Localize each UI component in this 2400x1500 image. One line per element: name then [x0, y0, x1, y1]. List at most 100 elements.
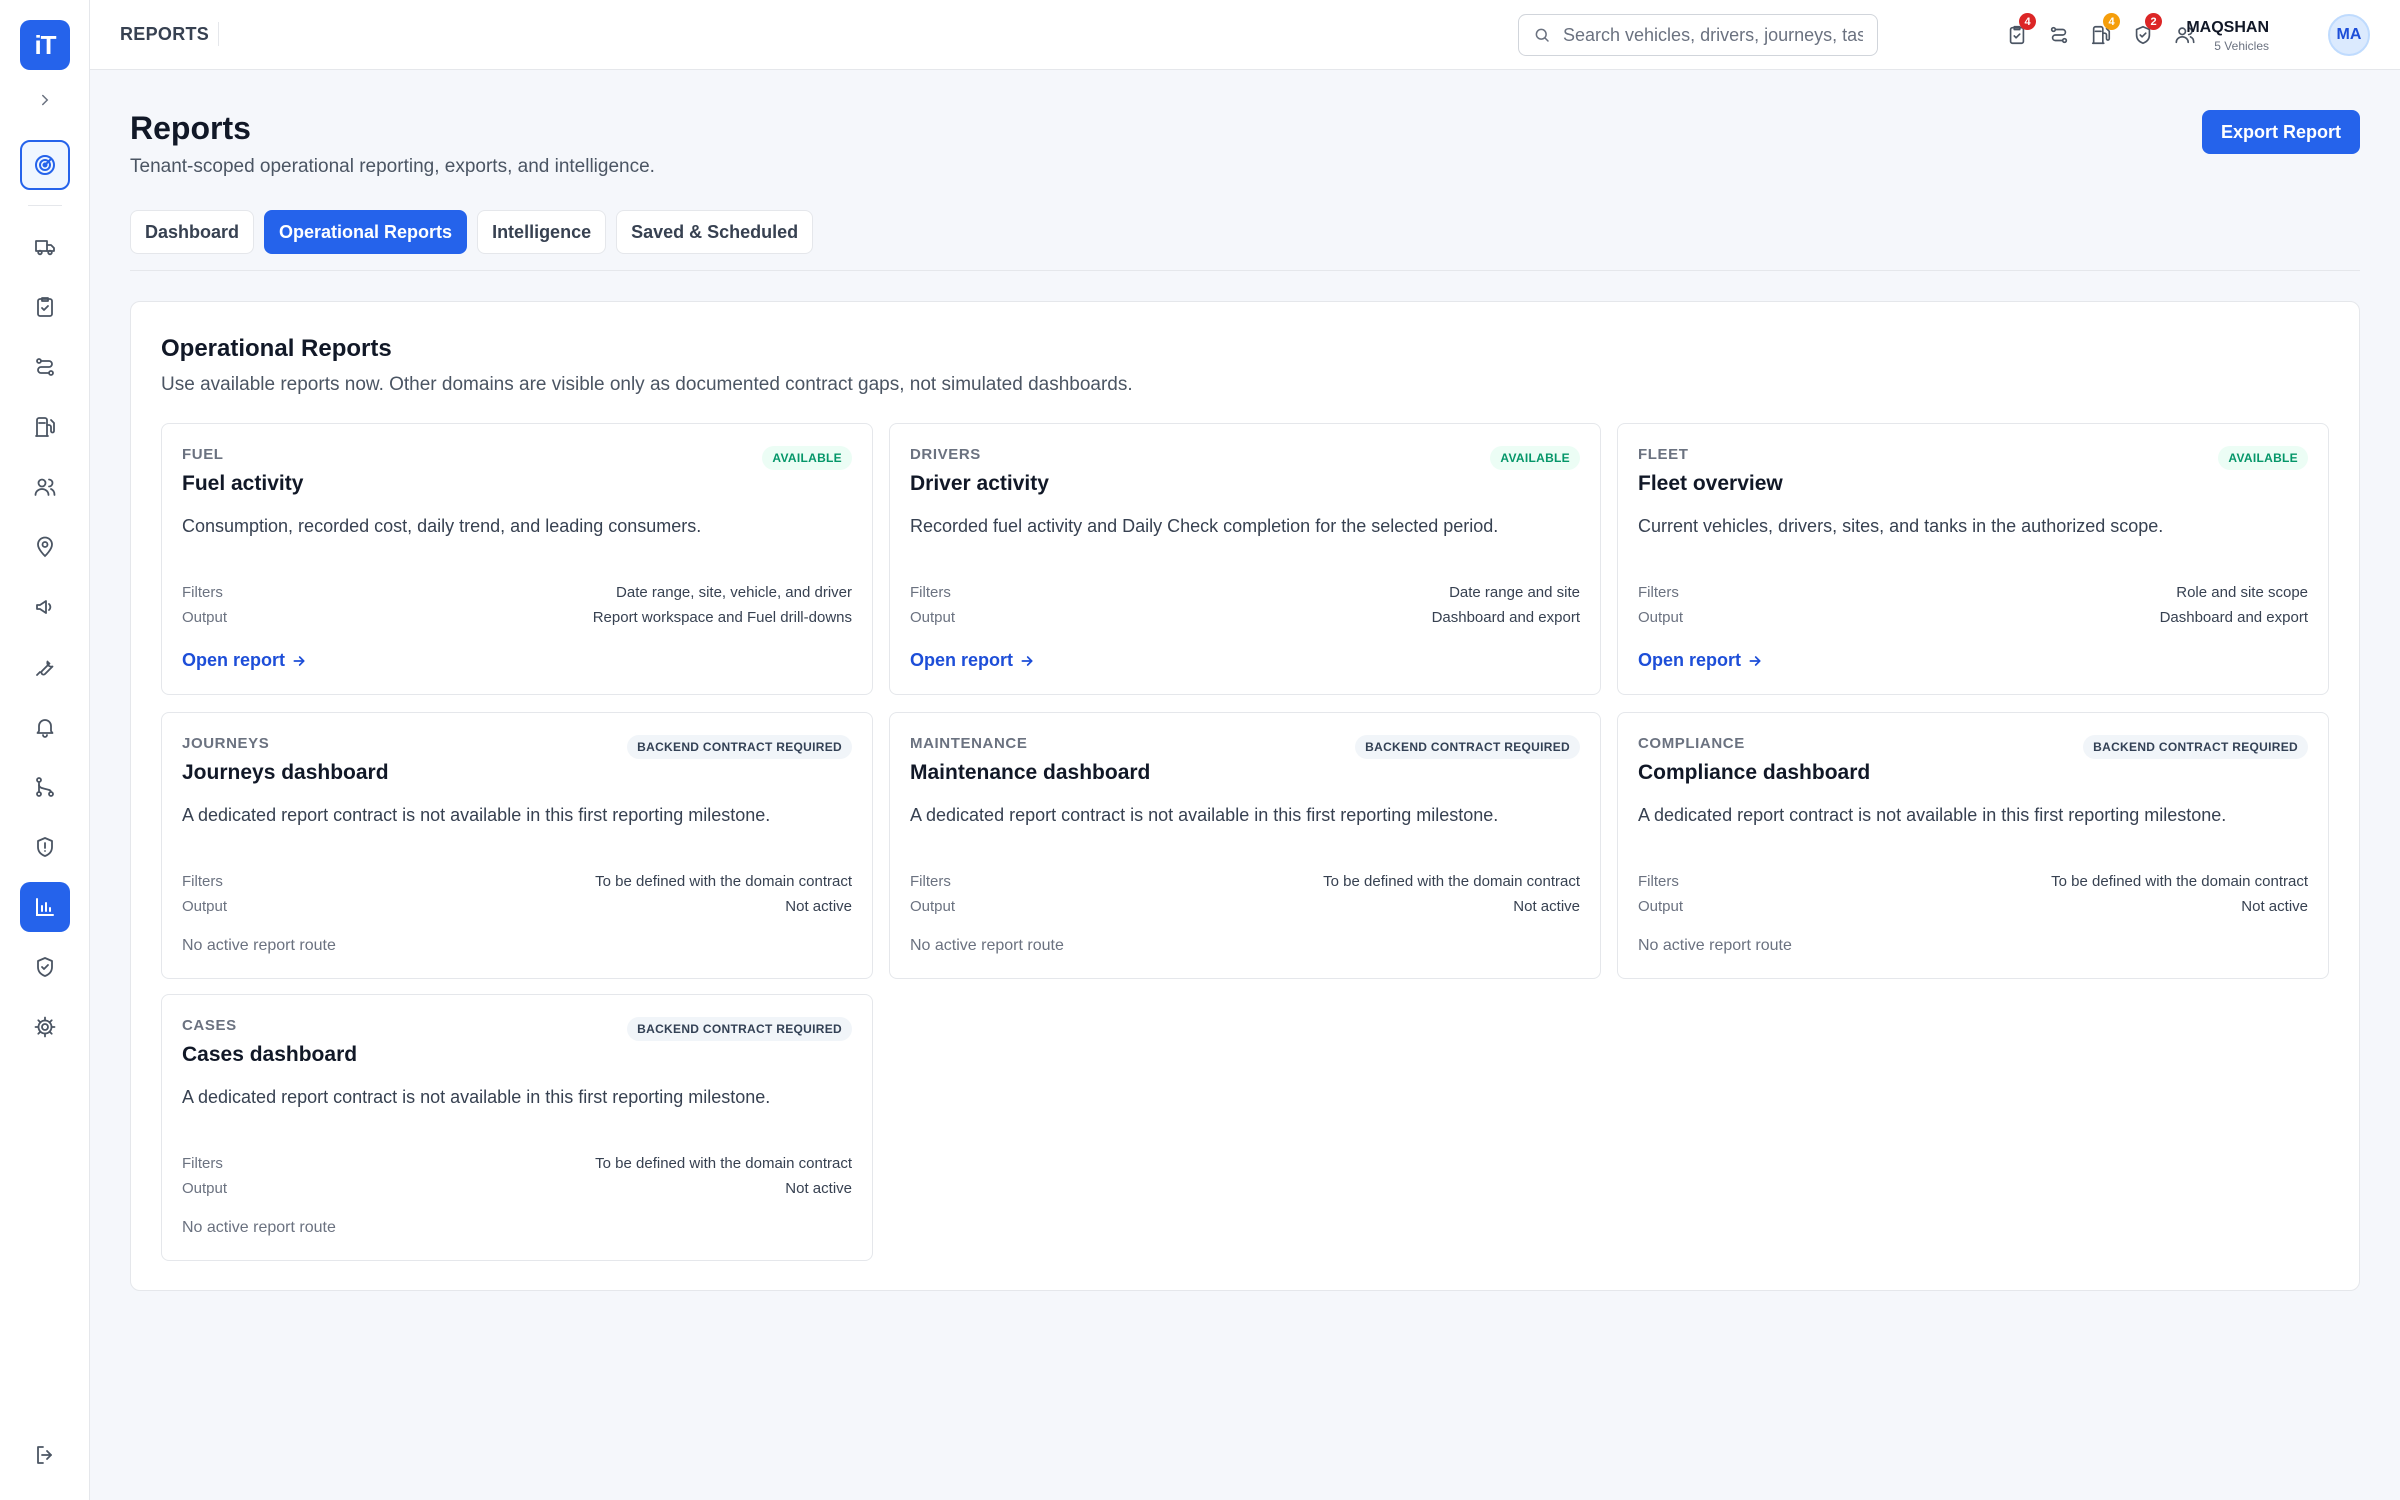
fuel-pump-icon — [35, 417, 55, 437]
users-icon — [34, 478, 56, 496]
sidebar-item-routes[interactable] — [20, 762, 70, 812]
search-icon — [1535, 28, 1549, 42]
truck-icon — [35, 240, 55, 256]
output-label: Output — [1638, 898, 1684, 915]
sidebar-item-settings[interactable] — [20, 1002, 70, 1052]
card-title: Maintenance dashboard — [910, 761, 1151, 784]
fuel-notification-button[interactable]: 4 — [2086, 13, 2120, 50]
output-row: Output Not active — [182, 1180, 852, 1197]
breadcrumb-divider — [218, 22, 219, 46]
tab-dashboard[interactable]: Dashboard — [130, 210, 255, 254]
export-report-button[interactable]: Export Report — [2202, 110, 2360, 154]
arrow-right-icon — [1021, 655, 1033, 666]
output-row: Output Not active — [910, 898, 1580, 915]
filters-label: Filters — [910, 584, 951, 601]
notification-badge: 4 — [2019, 13, 2036, 30]
expand-sidebar-icon[interactable] — [33, 88, 57, 112]
filters-value: Role and site scope — [2176, 584, 2308, 601]
filters-label: Filters — [910, 873, 951, 890]
card-domain: FUEL — [182, 446, 224, 463]
card-domain: JOURNEYS — [182, 735, 270, 752]
shield-alert-icon — [37, 837, 53, 857]
open-report-link[interactable]: Open report — [910, 650, 1035, 671]
output-value: Report workspace and Fuel drill-downs — [592, 609, 852, 626]
daily-checks-notification-button[interactable]: 4 — [2002, 13, 2036, 50]
search-input[interactable] — [1563, 24, 1863, 46]
tab-operational-reports[interactable]: Operational Reports — [264, 210, 468, 254]
sidebar-item-dashboard[interactable] — [20, 140, 70, 190]
sidebar-item-journeys[interactable] — [20, 342, 70, 392]
filters-label: Filters — [1638, 873, 1679, 890]
output-value: Not active — [2241, 898, 2308, 915]
output-value: Not active — [785, 898, 852, 915]
report-card-fleet: FLEET AVAILABLE Fleet overview Current v… — [1617, 423, 2329, 695]
filters-row: Filters Role and site scope — [1638, 584, 2308, 601]
clipboard-check-icon — [37, 297, 53, 317]
report-card-compliance: COMPLIANCE BACKEND CONTRACT REQUIRED Com… — [1617, 712, 2329, 979]
card-title: Cases dashboard — [182, 1043, 358, 1066]
no-route-note: No active report route — [182, 1219, 336, 1236]
sidebar-item-reports[interactable] — [20, 882, 70, 932]
output-value: Not active — [785, 1180, 852, 1197]
open-report-link[interactable]: Open report — [182, 650, 307, 671]
output-row: Output Report workspace and Fuel drill-d… — [182, 609, 852, 626]
status-badge: BACKEND CONTRACT REQUIRED — [2083, 735, 2308, 759]
report-tabs: Dashboard Operational Reports Intelligen… — [130, 210, 814, 254]
wrench-icon — [36, 660, 54, 676]
sidebar-item-vehicles[interactable] — [20, 222, 70, 272]
sidebar-item-alerts[interactable] — [20, 702, 70, 752]
git-branch-icon — [36, 777, 54, 797]
filters-row: Filters Date range, site, vehicle, and d… — [182, 584, 852, 601]
search-box[interactable] — [1518, 14, 1878, 56]
gear-icon — [34, 1016, 56, 1038]
output-row: Output Dashboard and export — [1638, 609, 2308, 626]
filters-row: Filters To be defined with the domain co… — [910, 873, 1580, 890]
sidebar-item-logout[interactable] — [20, 1430, 70, 1480]
sidebar-item-fuel[interactable] — [20, 402, 70, 452]
filters-value: To be defined with the domain contract — [595, 873, 852, 890]
sidebar-item-drivers[interactable] — [20, 462, 70, 512]
card-domain: CASES — [182, 1017, 237, 1034]
status-badge: AVAILABLE — [762, 446, 852, 470]
filters-row: Filters To be defined with the domain co… — [1638, 873, 2308, 890]
no-route-note: No active report route — [1638, 937, 1792, 954]
output-label: Output — [182, 1180, 228, 1197]
sidebar: iT — [0, 0, 90, 1500]
sidebar-item-security[interactable] — [20, 942, 70, 992]
card-description: Recorded fuel activity and Daily Check c… — [910, 516, 1499, 536]
user-vehicle-count: 5 Vehicles — [2214, 39, 2269, 53]
app-logo[interactable]: iT — [20, 20, 70, 70]
route-icon — [2050, 26, 2068, 44]
sidebar-item-sites[interactable] — [20, 522, 70, 572]
card-domain: FLEET — [1638, 446, 1689, 463]
output-row: Output Dashboard and export — [910, 609, 1580, 626]
filters-value: Date range and site — [1449, 584, 1580, 601]
journeys-notification-button[interactable] — [2044, 20, 2074, 50]
sidebar-item-compliance[interactable] — [20, 822, 70, 872]
card-description: A dedicated report contract is not avail… — [182, 1087, 771, 1107]
sidebar-item-tanks[interactable] — [20, 582, 70, 632]
sidebar-item-daily-checks[interactable] — [20, 282, 70, 332]
filters-value: To be defined with the domain contract — [2051, 873, 2308, 890]
card-title: Journeys dashboard — [182, 761, 389, 784]
tab-intelligence[interactable]: Intelligence — [477, 210, 607, 254]
filters-row: Filters Date range and site — [910, 584, 1580, 601]
tab-saved-scheduled[interactable]: Saved & Scheduled — [616, 210, 814, 254]
sidebar-divider — [28, 205, 62, 206]
sidebar-item-maintenance[interactable] — [20, 642, 70, 692]
card-description: A dedicated report contract is not avail… — [182, 805, 771, 825]
card-description: Current vehicles, drivers, sites, and ta… — [1638, 516, 2164, 536]
report-card-journeys: JOURNEYS BACKEND CONTRACT REQUIRED Journ… — [161, 712, 873, 979]
megaphone-icon — [36, 600, 52, 614]
status-badge: BACKEND CONTRACT REQUIRED — [627, 735, 852, 759]
avatar[interactable]: MA — [2328, 14, 2370, 56]
report-card-drivers: DRIVERS AVAILABLE Driver activity Record… — [889, 423, 1601, 695]
user-name: MAQSHAN — [2186, 19, 2269, 36]
card-description: Consumption, recorded cost, daily trend,… — [182, 516, 702, 536]
filters-label: Filters — [182, 584, 223, 601]
open-report-link[interactable]: Open report — [1638, 650, 1763, 671]
output-label: Output — [182, 609, 228, 626]
card-title: Fuel activity — [182, 472, 304, 495]
filters-row: Filters To be defined with the domain co… — [182, 873, 852, 890]
output-label: Output — [1638, 609, 1684, 626]
